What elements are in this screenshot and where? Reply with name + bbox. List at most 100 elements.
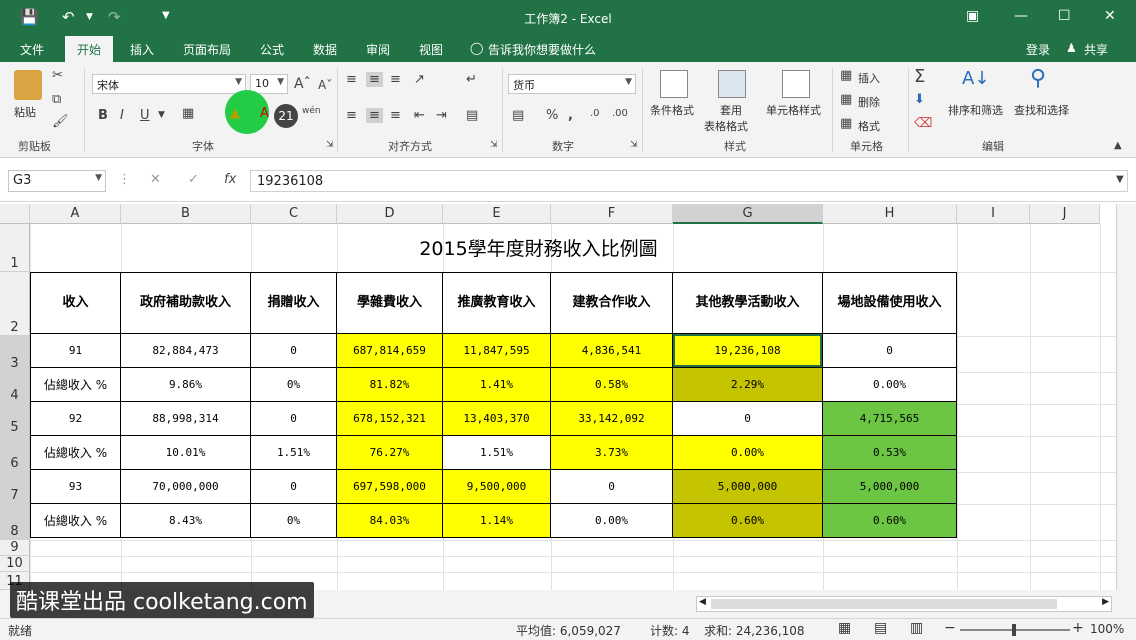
- cancel-icon[interactable]: ✕: [150, 172, 161, 187]
- column-header-f[interactable]: F: [551, 204, 673, 224]
- row-header-8[interactable]: 8: [0, 504, 30, 540]
- column-header-b[interactable]: B: [121, 204, 251, 224]
- row-label-cell[interactable]: 93: [30, 469, 121, 504]
- row-header-2[interactable]: 2: [0, 272, 30, 336]
- row-label-cell[interactable]: 92: [30, 401, 121, 436]
- delete-cells-icon[interactable]: ▦: [840, 92, 852, 107]
- table-cell[interactable]: 0.60%: [822, 503, 957, 538]
- find-select-button[interactable]: 查找和选择: [1014, 102, 1069, 118]
- scrollbar-thumb[interactable]: [711, 599, 1057, 609]
- table-cell[interactable]: 3.73%: [550, 435, 673, 470]
- collapse-ribbon-icon[interactable]: ▲: [1114, 140, 1122, 151]
- scroll-right-icon[interactable]: ▶: [1102, 597, 1109, 607]
- cell-styles-button[interactable]: 单元格样式: [766, 102, 821, 118]
- tab-formulas[interactable]: 公式: [260, 41, 284, 58]
- borders-icon[interactable]: ▦: [182, 106, 194, 121]
- table-cell[interactable]: 11,847,595: [442, 333, 551, 368]
- sheet-title[interactable]: 2015學年度財務收入比例圖: [121, 234, 956, 261]
- row-header-9[interactable]: 9: [0, 540, 30, 556]
- row-header-3[interactable]: 3: [0, 336, 30, 372]
- clear-icon[interactable]: ⌫: [914, 116, 932, 131]
- underline-dropdown-icon[interactable]: ▼: [158, 110, 165, 120]
- table-cell[interactable]: 1.14%: [442, 503, 551, 538]
- number-format-combo[interactable]: 货币 ▼: [508, 74, 636, 94]
- ribbon-display-options-icon[interactable]: ▣: [966, 8, 979, 24]
- row-header-10[interactable]: 10: [0, 556, 30, 572]
- table-cell[interactable]: 2.29%: [672, 367, 823, 402]
- column-header-g[interactable]: G: [673, 204, 823, 224]
- delete-cells-button[interactable]: 删除: [858, 94, 880, 110]
- insert-cells-button[interactable]: 插入: [858, 70, 880, 86]
- table-cell[interactable]: 0.00%: [822, 367, 957, 402]
- row-header-1[interactable]: 1: [0, 224, 30, 272]
- table-cell[interactable]: 88,998,314: [120, 401, 251, 436]
- fill-icon[interactable]: ⬇: [914, 92, 925, 107]
- enter-icon[interactable]: ✓: [188, 172, 199, 187]
- underline-button[interactable]: U: [140, 108, 150, 123]
- vertical-scrollbar[interactable]: [1116, 204, 1136, 590]
- table-cell[interactable]: 0.00%: [672, 435, 823, 470]
- align-left-icon[interactable]: ≡: [346, 108, 357, 123]
- copy-icon[interactable]: ⧉: [52, 92, 61, 107]
- table-cell[interactable]: 1.41%: [442, 367, 551, 402]
- row-label-cell[interactable]: 佔總收入 %: [30, 367, 121, 402]
- row-label-cell[interactable]: 佔總收入 %: [30, 503, 121, 538]
- column-header-j[interactable]: J: [1030, 204, 1100, 224]
- format-as-table-label-2[interactable]: 表格格式: [704, 118, 748, 134]
- table-cell[interactable]: 0%: [250, 367, 337, 402]
- table-cell[interactable]: 81.82%: [336, 367, 443, 402]
- format-cells-button[interactable]: 格式: [858, 118, 880, 134]
- zoom-in-icon[interactable]: +: [1072, 620, 1084, 636]
- expand-formula-bar-icon[interactable]: ▼: [1116, 174, 1124, 185]
- autosum-icon[interactable]: Σ: [914, 66, 925, 87]
- table-cell[interactable]: 1.51%: [442, 435, 551, 470]
- format-as-table-label-1[interactable]: 套用: [720, 102, 742, 118]
- row-label-cell[interactable]: 佔總收入 %: [30, 435, 121, 470]
- tab-view[interactable]: 视图: [419, 41, 443, 58]
- orientation-icon[interactable]: ↗: [414, 72, 425, 87]
- sort-filter-button[interactable]: 排序和筛选: [948, 102, 1003, 118]
- table-header-cell[interactable]: 場地設備使用收入: [822, 272, 957, 334]
- table-cell[interactable]: 33,142,092: [550, 401, 673, 436]
- paste-icon[interactable]: [14, 70, 42, 100]
- shrink-font-icon[interactable]: Aˇ: [318, 78, 332, 92]
- table-cell[interactable]: 82,884,473: [120, 333, 251, 368]
- tab-file[interactable]: 文件: [20, 41, 44, 58]
- table-cell[interactable]: 0%: [250, 503, 337, 538]
- tell-me-box[interactable]: 告诉我你想要做什么: [488, 41, 596, 58]
- conditional-formatting-button[interactable]: 条件格式: [650, 102, 694, 118]
- tab-review[interactable]: 审阅: [366, 41, 390, 58]
- conditional-formatting-icon[interactable]: [660, 70, 688, 98]
- format-painter-icon[interactable]: 🖌: [52, 114, 69, 129]
- table-header-cell[interactable]: 捐贈收入: [250, 272, 337, 334]
- table-cell[interactable]: 84.03%: [336, 503, 443, 538]
- tab-insert[interactable]: 插入: [130, 41, 154, 58]
- page-layout-view-icon[interactable]: ▤: [874, 620, 887, 636]
- table-cell[interactable]: 13,403,370: [442, 401, 551, 436]
- select-all-corner[interactable]: [0, 204, 30, 224]
- horizontal-scrollbar[interactable]: ◀ ▶: [696, 596, 1112, 612]
- column-header-h[interactable]: H: [823, 204, 957, 224]
- accounting-format-icon[interactable]: ▤: [512, 108, 524, 123]
- cut-icon[interactable]: ✂: [52, 68, 63, 83]
- increase-decimal-icon[interactable]: .0: [590, 108, 600, 119]
- italic-button[interactable]: I: [120, 108, 124, 123]
- table-cell[interactable]: 0: [250, 469, 337, 504]
- decrease-decimal-icon[interactable]: .00: [612, 108, 628, 119]
- maximize-icon[interactable]: ☐: [1058, 8, 1071, 24]
- close-icon[interactable]: ✕: [1104, 8, 1116, 24]
- table-cell[interactable]: 0: [250, 333, 337, 368]
- formula-input[interactable]: 19236108: [250, 170, 1128, 192]
- table-cell[interactable]: 0.53%: [822, 435, 957, 470]
- wrap-text-icon[interactable]: ↵: [466, 72, 477, 87]
- table-header-cell[interactable]: 政府補助款收入: [120, 272, 251, 334]
- percent-style-button[interactable]: %: [546, 108, 558, 123]
- align-middle-icon[interactable]: ≡: [366, 72, 383, 87]
- table-header-cell[interactable]: 收入: [30, 272, 121, 334]
- row-header-4[interactable]: 4: [0, 372, 30, 404]
- sign-in-link[interactable]: 登录: [1026, 41, 1050, 58]
- table-cell[interactable]: 8.43%: [120, 503, 251, 538]
- table-cell[interactable]: 5,000,000: [822, 469, 957, 504]
- table-cell[interactable]: 0.60%: [672, 503, 823, 538]
- table-cell[interactable]: 0.58%: [550, 367, 673, 402]
